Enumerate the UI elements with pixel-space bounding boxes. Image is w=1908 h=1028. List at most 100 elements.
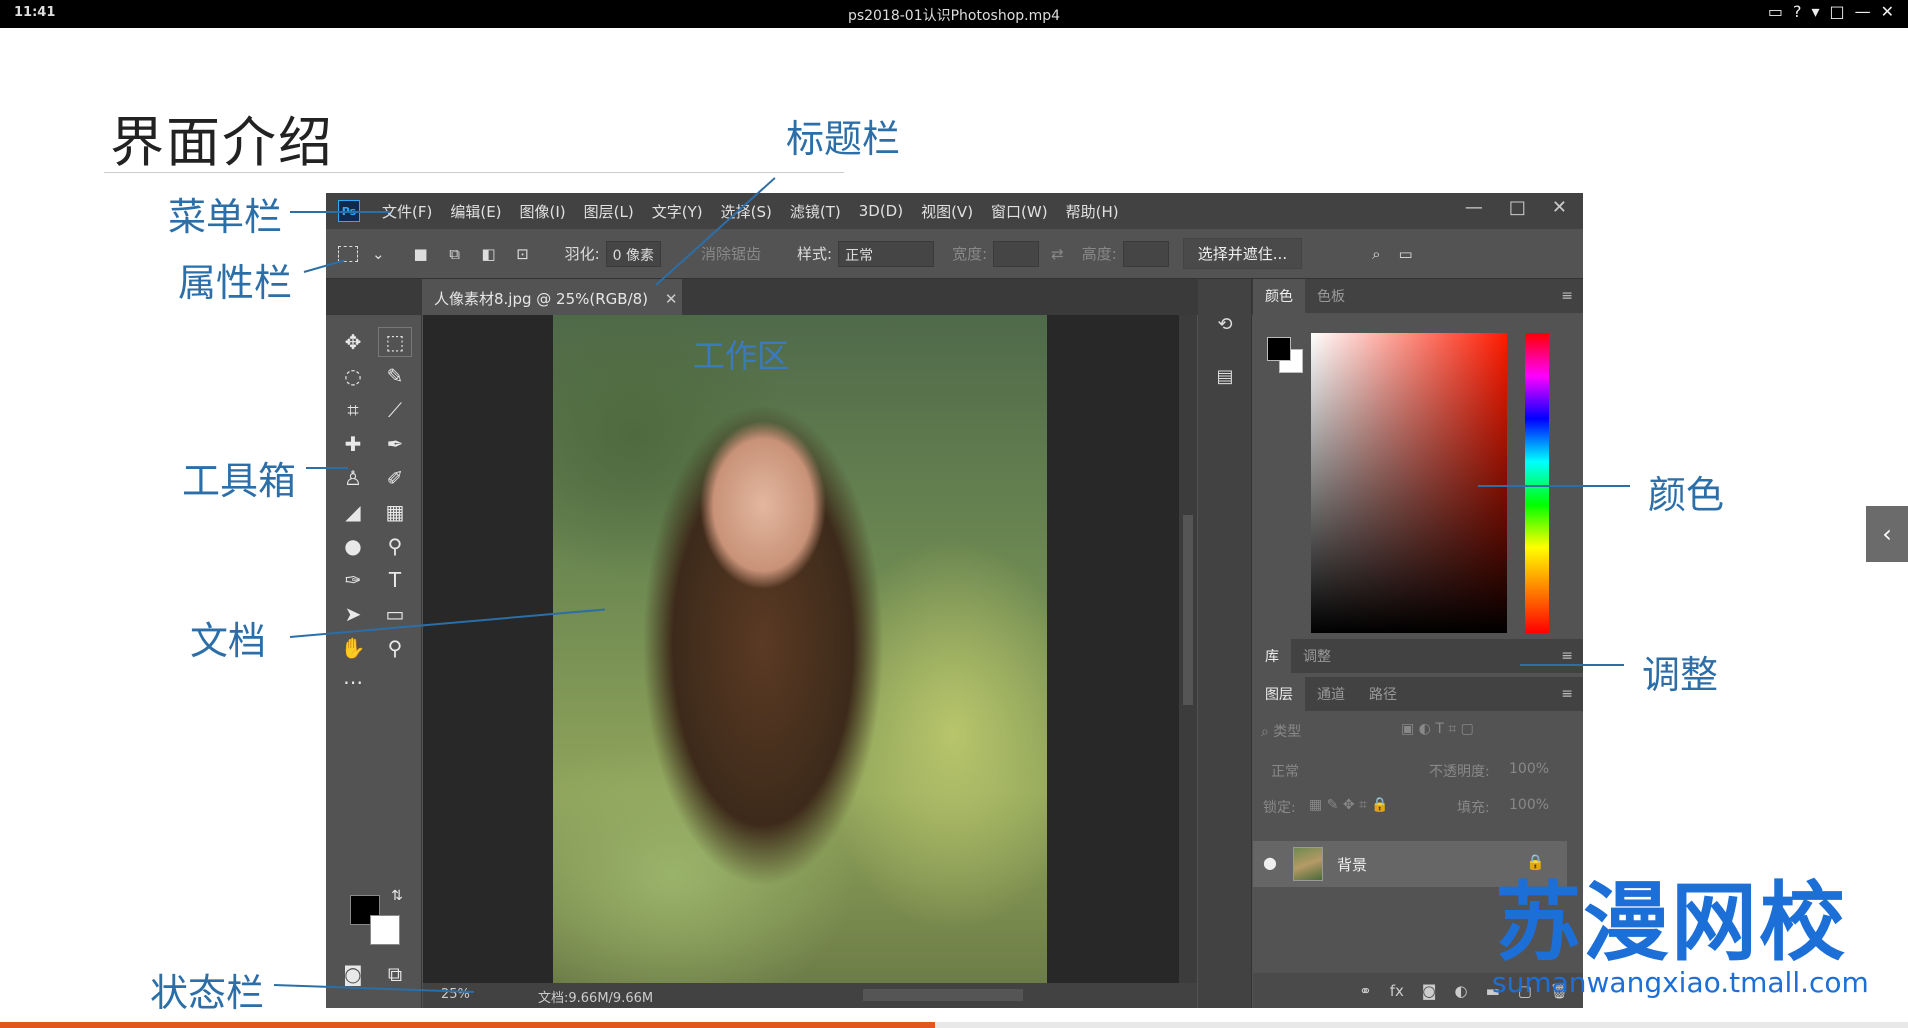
hand-tool-icon[interactable]: ✋ — [336, 633, 370, 663]
height-input[interactable] — [1122, 240, 1169, 267]
close-icon[interactable]: ✕ — [1552, 197, 1567, 218]
search-icon[interactable]: ⌕ — [1261, 724, 1273, 740]
more-tools-icon[interactable]: ⋯ — [336, 667, 370, 697]
document-image[interactable]: 工作区 — [553, 315, 1047, 995]
new-selection-icon[interactable]: ■ — [409, 242, 433, 266]
tab-channels[interactable]: 通道 — [1305, 684, 1357, 704]
tab-libraries[interactable]: 库 — [1253, 639, 1291, 673]
screen-mode-icon[interactable]: ⧉ — [378, 959, 412, 989]
brush-tool-icon[interactable]: ✒ — [378, 429, 412, 459]
status-bar: 25% 文档:9.66M/9.66M — [423, 983, 1197, 1008]
history-brush-tool-icon[interactable]: ✐ — [378, 463, 412, 493]
dropdown-icon[interactable]: ▾ — [1811, 2, 1819, 21]
filter-icons[interactable]: ▣ ◐ T ⌗ ▢ — [1401, 721, 1474, 737]
link-icon[interactable]: ⚭ — [1359, 982, 1372, 1000]
history-icon[interactable]: ⟲ — [1212, 311, 1238, 337]
tab-color[interactable]: 颜色 — [1253, 279, 1305, 313]
quick-select-tool-icon[interactable]: ✎ — [378, 361, 412, 391]
intersect-selection-icon[interactable]: ⊡ — [511, 242, 535, 266]
move-tool-icon[interactable]: ✥ — [336, 327, 370, 357]
menu-help[interactable]: 帮助(H) — [1066, 201, 1119, 222]
foreground-color-picker[interactable] — [1267, 337, 1291, 361]
menu-edit[interactable]: 编辑(E) — [450, 201, 501, 222]
scroll-thumb[interactable] — [1183, 515, 1193, 705]
layer-filter-kind[interactable]: 类型 — [1273, 724, 1301, 740]
workspace-icon[interactable]: ▭ — [1399, 245, 1413, 263]
background-color-swatch[interactable] — [370, 915, 400, 945]
swap-icon[interactable]: ⇄ — [1051, 245, 1064, 263]
document-tab[interactable]: 人像素材8.jpg @ 25%(RGB/8) ✕ — [422, 279, 682, 315]
subtract-selection-icon[interactable]: ◧ — [477, 242, 501, 266]
zoom-tool-icon[interactable]: ⚲ — [378, 633, 412, 663]
crop-tool-icon[interactable]: ⌗ — [336, 395, 370, 425]
close-icon[interactable]: ✕ — [1881, 2, 1894, 21]
color-spectrum[interactable] — [1311, 333, 1507, 633]
eraser-tool-icon[interactable]: ◢ — [336, 497, 370, 527]
player-controls: ▭ ? ▾ □ — ✕ — [1768, 2, 1894, 21]
display-icon[interactable]: ▭ — [1768, 2, 1783, 21]
menu-image[interactable]: 图像(I) — [520, 201, 566, 222]
blend-row: 正常 不透明度: 100% — [1261, 757, 1571, 785]
fill-input[interactable]: 100% — [1509, 797, 1549, 813]
slide-title: 界面介绍 — [110, 111, 334, 174]
chevron-down-icon[interactable]: ⌄ — [372, 245, 385, 263]
menu-filter[interactable]: 滤镜(T) — [790, 201, 841, 222]
adjustment-icon[interactable]: ◐ — [1454, 982, 1467, 1000]
search-icon[interactable]: ⌕ — [1372, 245, 1380, 263]
add-selection-icon[interactable]: ⧉ — [443, 242, 467, 266]
video-frame: 11:41 ps2018-01认识Photoshop.mp4 ▭ ? ▾ □ —… — [0, 0, 1908, 1028]
path-select-tool-icon[interactable]: ➤ — [336, 599, 370, 629]
menu-layer[interactable]: 图层(L) — [584, 201, 634, 222]
width-input[interactable] — [993, 240, 1040, 267]
style-select[interactable]: 正常 — [838, 240, 935, 267]
help-icon[interactable]: ? — [1793, 2, 1802, 21]
tab-layers[interactable]: 图层 — [1253, 677, 1305, 711]
restore-icon[interactable]: □ — [1829, 2, 1844, 21]
maximize-icon[interactable]: □ — [1509, 197, 1526, 218]
marquee-tool-icon[interactable]: ⬚ — [378, 327, 412, 357]
opacity-input[interactable]: 100% — [1509, 761, 1549, 777]
menu-window[interactable]: 窗口(W) — [991, 201, 1048, 222]
tab-adjustments[interactable]: 调整 — [1291, 646, 1343, 666]
mask-icon[interactable]: ◙ — [1422, 982, 1437, 1000]
tab-paths[interactable]: 路径 — [1357, 684, 1409, 704]
healing-brush-tool-icon[interactable]: ✚ — [336, 429, 370, 459]
horizontal-scroll-thumb[interactable] — [863, 989, 1023, 1001]
swap-colors-icon[interactable]: ⇅ — [388, 887, 406, 905]
vertical-scrollbar[interactable] — [1179, 315, 1197, 995]
canvas-area[interactable]: 工作区 — [423, 315, 1179, 995]
minimize-icon[interactable]: — — [1855, 2, 1871, 21]
panel-menu-icon[interactable]: ≡ — [1561, 686, 1573, 702]
lock-icons[interactable]: ▦ ✎ ✥ ⌗ 🔒 — [1309, 797, 1389, 813]
video-progress-fill — [0, 1022, 935, 1028]
menu-type[interactable]: 文字(Y) — [652, 201, 703, 222]
quick-mask-icon[interactable]: ◙ — [336, 959, 370, 989]
antialias-checkbox[interactable]: 消除锯齿 — [701, 243, 761, 264]
video-progress-bar[interactable] — [0, 1022, 1908, 1028]
panel-menu-icon[interactable]: ≡ — [1561, 648, 1573, 664]
feather-input[interactable]: 0 像素 — [605, 240, 661, 267]
shape-tool-icon[interactable]: ▭ — [378, 599, 412, 629]
fx-icon[interactable]: fx — [1390, 982, 1404, 1000]
select-and-mask-button[interactable]: 选择并遮住... — [1182, 238, 1303, 269]
menu-3d[interactable]: 3D(D) — [859, 202, 903, 220]
side-collapse-button[interactable]: ‹ — [1866, 506, 1908, 562]
blur-tool-icon[interactable]: ● — [336, 531, 370, 561]
properties-icon[interactable]: ▤ — [1212, 363, 1238, 389]
library-panel-tabs: 库 调整 ≡ — [1253, 639, 1583, 673]
panel-menu-icon[interactable]: ≡ — [1561, 288, 1573, 304]
gradient-tool-icon[interactable]: ▦ — [378, 497, 412, 527]
lasso-tool-icon[interactable]: ◌ — [336, 361, 370, 391]
eyedropper-tool-icon[interactable]: ⟋ — [378, 395, 412, 425]
menu-view[interactable]: 视图(V) — [921, 201, 973, 222]
blend-mode-select[interactable]: 正常 — [1271, 761, 1299, 781]
tab-swatches[interactable]: 色板 — [1305, 286, 1357, 306]
pen-tool-icon[interactable]: ✑ — [336, 565, 370, 595]
close-icon[interactable]: ✕ — [665, 290, 678, 308]
layer-filter-row: ⌕ 类型 ▣ ◐ T ⌗ ▢ — [1261, 721, 1571, 749]
hue-slider[interactable] — [1525, 333, 1549, 633]
minimize-icon[interactable]: — — [1465, 197, 1483, 218]
dodge-tool-icon[interactable]: ⚲ — [378, 531, 412, 561]
type-tool-icon[interactable]: T — [378, 565, 412, 595]
eye-icon[interactable]: ● — [1263, 853, 1277, 872]
